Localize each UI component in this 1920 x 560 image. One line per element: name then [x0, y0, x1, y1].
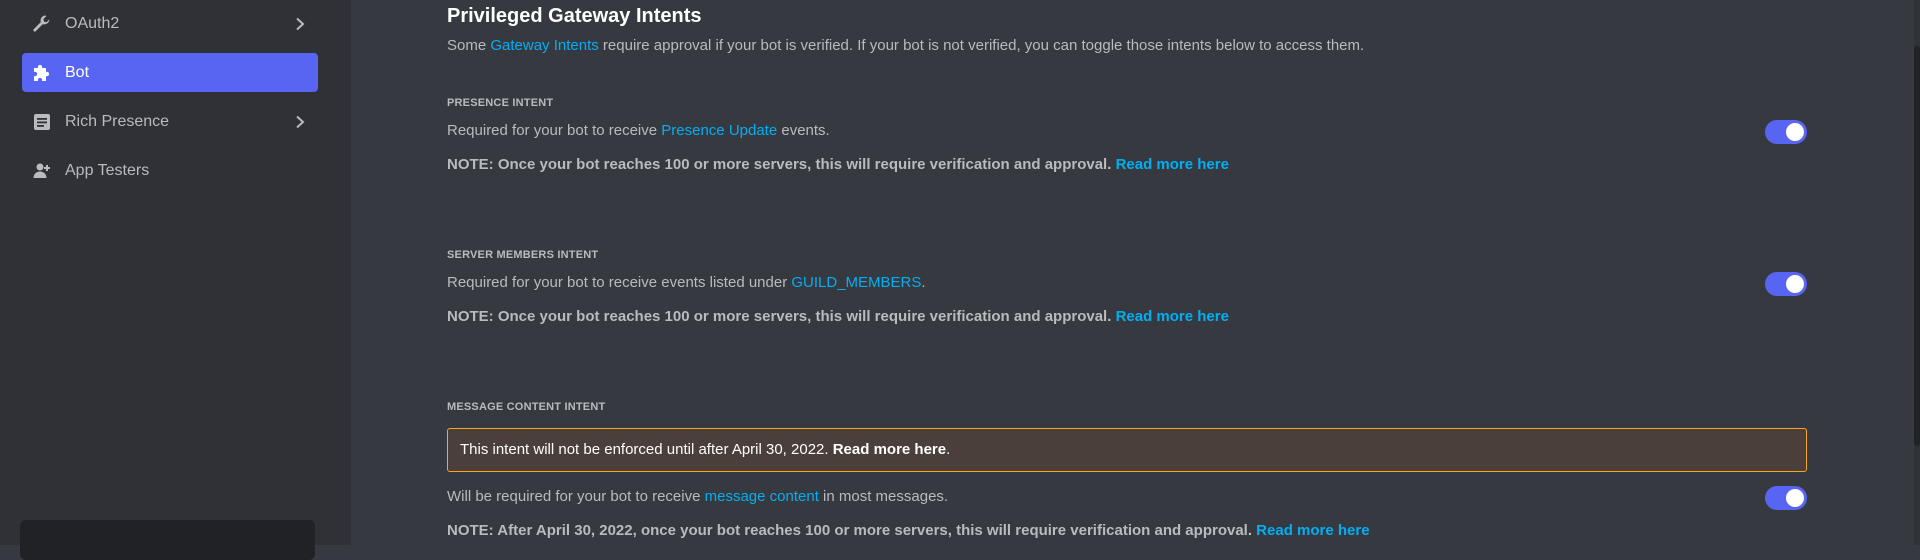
sidebar-item-label: Rich Presence: [65, 113, 170, 130]
puzzle-piece-icon: [32, 63, 52, 83]
server-members-intent-description: Required for your bot to receive events …: [447, 273, 926, 293]
toggle-knob: [1786, 489, 1804, 507]
presence-intent-label: PRESENCE INTENT: [447, 97, 554, 109]
presence-intent-note: NOTE: Once your bot reaches 100 or more …: [447, 155, 1229, 175]
desc-text: Required for your bot to receive events …: [447, 274, 792, 291]
presence-update-link[interactable]: Presence Update: [661, 122, 777, 139]
toggle-knob: [1786, 123, 1804, 141]
toggle-knob: [1786, 275, 1804, 293]
message-content-intent-note: NOTE: After April 30, 2022, once your bo…: [447, 521, 1370, 541]
scrollbar-thumb[interactable]: [1914, 46, 1920, 446]
presence-intent-toggle[interactable]: [1765, 120, 1807, 144]
sidebar-item-rich-presence[interactable]: Rich Presence: [22, 102, 318, 141]
server-members-intent-note: NOTE: Once your bot reaches 100 or more …: [447, 307, 1229, 327]
desc-text: in most messages.: [818, 488, 949, 505]
desc-text: Required for your bot to receive: [447, 122, 662, 139]
main-content: Privileged Gateway Intents Some Gateway …: [351, 0, 1920, 545]
section-title: Privileged Gateway Intents: [447, 5, 702, 27]
message-content-intent-label: MESSAGE CONTENT INTENT: [447, 401, 606, 413]
read-more-link[interactable]: Read more here: [1256, 522, 1369, 539]
sidebar-item-app-testers[interactable]: App Testers: [22, 151, 318, 190]
section-description: Some Gateway Intents require approval if…: [447, 36, 1364, 56]
chevron-right-icon: [292, 16, 308, 32]
read-more-link[interactable]: Read more here: [833, 441, 946, 458]
guild-members-link[interactable]: GUILD_MEMBERS: [791, 274, 921, 291]
server-members-intent-label: SERVER MEMBERS INTENT: [447, 249, 599, 261]
desc-text: .: [921, 274, 926, 291]
message-content-intent-description: Will be required for your bot to receive…: [447, 487, 948, 507]
desc-text: Some: [447, 37, 491, 54]
note-text: NOTE: Once your bot reaches 100 or more …: [447, 308, 1116, 325]
warning-text: This intent will not be enforced until a…: [460, 441, 833, 458]
presence-intent-description: Required for your bot to receive Presenc…: [447, 121, 830, 141]
sidebar-item-label: OAuth2: [65, 15, 120, 32]
scrollbar-track[interactable]: [1914, 0, 1920, 545]
message-content-intent-toggle[interactable]: [1765, 486, 1807, 510]
note-text: NOTE: Once your bot reaches 100 or more …: [447, 156, 1116, 173]
desc-text: require approval if your bot is verified…: [598, 37, 1365, 54]
sidebar: OAuth2 Bot Rich Presence App Testers: [0, 0, 351, 560]
read-more-link[interactable]: Read more here: [1116, 156, 1229, 173]
gateway-intents-link[interactable]: Gateway Intents: [490, 37, 598, 54]
warning-text: .: [946, 441, 951, 458]
message-content-warning: This intent will not be enforced until a…: [447, 428, 1807, 472]
sidebar-item-label: App Testers: [65, 162, 150, 179]
sidebar-item-oauth2[interactable]: OAuth2: [22, 4, 318, 43]
read-more-link[interactable]: Read more here: [1116, 308, 1229, 325]
document-icon: [32, 112, 52, 132]
chevron-right-icon: [292, 114, 308, 130]
desc-text: events.: [777, 122, 830, 139]
message-content-link[interactable]: message content: [705, 488, 819, 505]
sidebar-item-bot[interactable]: Bot: [22, 53, 318, 92]
person-add-icon: [32, 161, 52, 181]
wrench-icon: [32, 14, 52, 34]
note-text: NOTE: After April 30, 2022, once your bo…: [447, 522, 1257, 539]
sidebar-item-label: Bot: [65, 64, 90, 81]
sidebar-footer-panel: [20, 520, 315, 560]
desc-text: Will be required for your bot to receive: [447, 488, 705, 505]
server-members-intent-toggle[interactable]: [1765, 272, 1807, 296]
